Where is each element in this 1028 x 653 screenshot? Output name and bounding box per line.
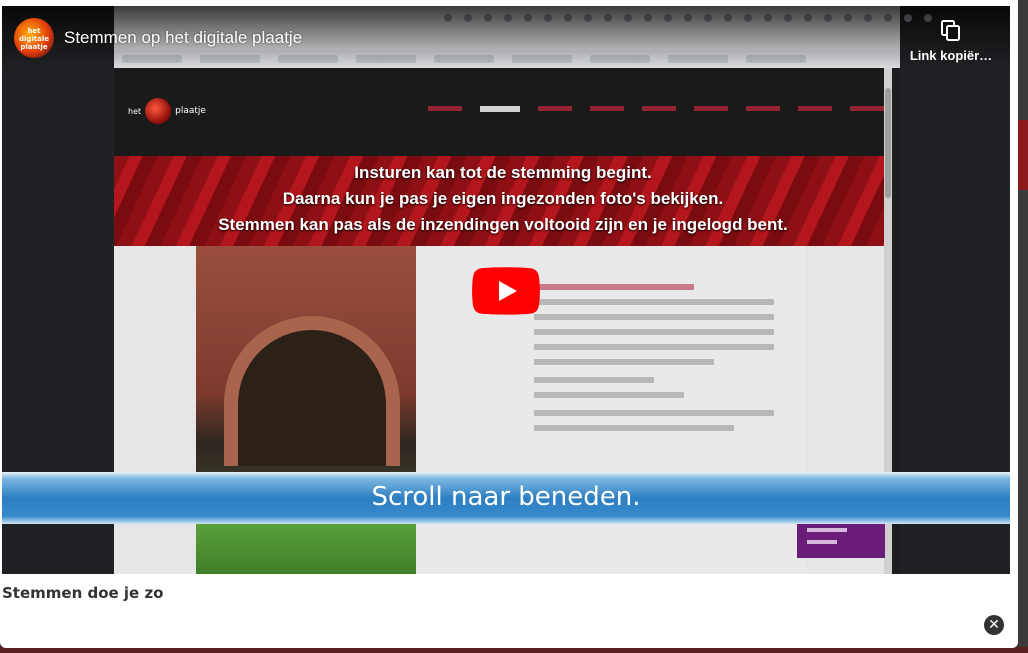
- video-title[interactable]: Stemmen op het digitale plaatje: [64, 28, 302, 48]
- banner-line: Insturen kan tot de stemming begint.: [354, 163, 652, 182]
- channel-avatar[interactable]: het digitale plaatje: [14, 18, 54, 58]
- bridge-photo: [196, 246, 416, 574]
- youtube-play-icon[interactable]: [472, 267, 540, 315]
- video-caption: Scroll naar beneden.: [371, 482, 641, 512]
- website-banner: Insturen kan tot de stemming begint. Daa…: [114, 156, 892, 246]
- video-caption-bar: Scroll naar beneden.: [2, 472, 1010, 524]
- close-icon[interactable]: ✕: [984, 615, 1004, 635]
- youtube-player[interactable]: het plaatje Insturen kan tot de stemming…: [2, 6, 1010, 574]
- website-logo: het plaatje: [128, 98, 206, 124]
- banner-line: Daarna kun je pas je eigen ingezonden fo…: [282, 189, 724, 208]
- modal-caption: Stemmen doe je zo: [2, 584, 164, 602]
- copy-link-button[interactable]: Link kopiër…: [902, 20, 1000, 63]
- video-modal: het plaatje Insturen kan tot de stemming…: [0, 0, 1018, 648]
- website-nav: het plaatje: [114, 68, 892, 156]
- copy-link-label: Link kopiër…: [909, 48, 993, 63]
- banner-line: Stemmen kan pas als de inzendingen volto…: [218, 215, 788, 234]
- copy-icon: [941, 20, 960, 41]
